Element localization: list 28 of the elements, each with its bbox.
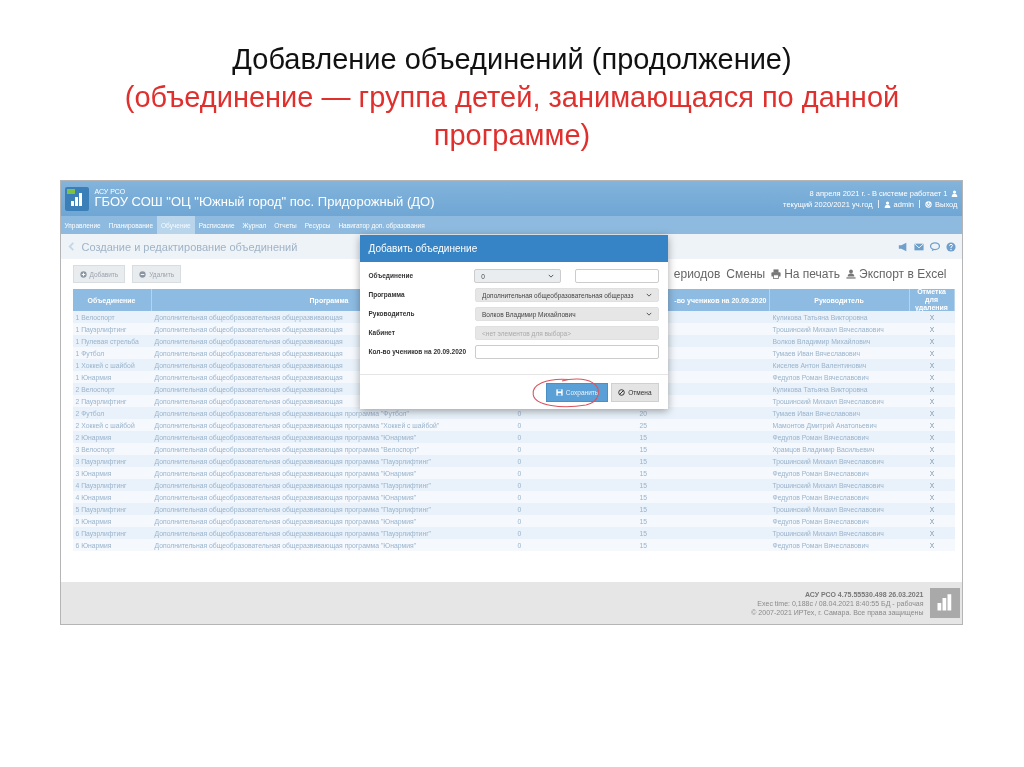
page-title: Создание и редактирование объединений [81,240,298,253]
school-name: ГБОУ СОШ "ОЦ "Южный город" пос. Придорожный (ДО) [94,195,435,210]
print-link[interactable]: На печать [784,267,840,281]
logo-icon [929,588,960,618]
slide-subtitle: (объединение — группа детей, занимающаяся по данной программе) [123,80,901,153]
toolbar-link[interactable]: ериодов [673,267,721,281]
caret-icon [645,312,652,316]
toolbar-link[interactable]: Смены [726,267,766,281]
printer-icon [771,269,782,279]
input-field[interactable] [475,345,659,359]
plus-circle-icon [79,270,87,278]
logo-icon [64,186,89,211]
power-icon [925,200,933,208]
export-icon [846,269,856,279]
user-icon [883,200,891,208]
input-field[interactable] [574,269,659,283]
user-icon [950,189,958,197]
help-icon[interactable] [945,241,956,252]
export-link[interactable]: Экспорт в Excel [859,267,947,281]
caret-icon [547,274,554,278]
dialog-title: Добавить объединение [368,243,478,254]
minus-circle-icon [139,270,147,278]
chat-icon[interactable] [929,241,940,252]
mail-icon[interactable] [913,241,924,252]
megaphone-icon[interactable] [897,241,908,252]
ban-icon [618,388,626,396]
caret-icon [645,293,652,297]
slide-title: Добавление объединений (продолжение) [231,42,793,77]
